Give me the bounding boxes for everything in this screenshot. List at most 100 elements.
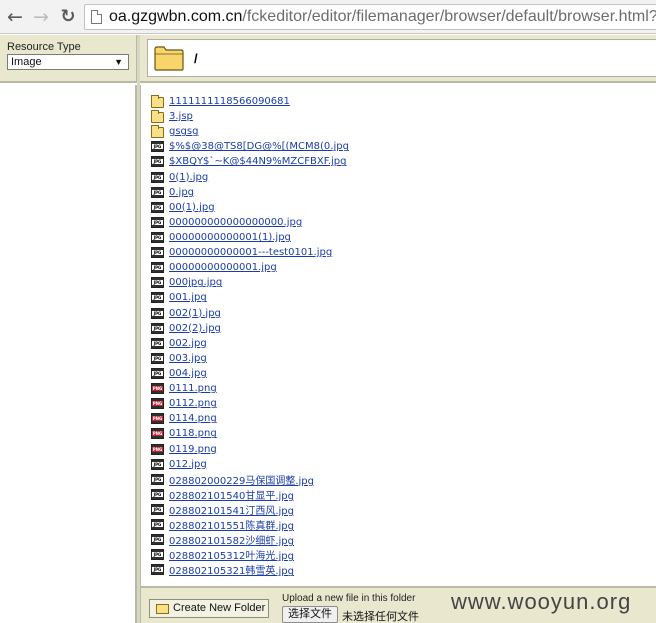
file-row[interactable]: PNG 0114.png — [151, 411, 349, 426]
file-row[interactable]: 1111111118566090681 — [151, 94, 349, 109]
url-path: /fckeditor/editor/filemanager/browser/de… — [242, 8, 656, 25]
jpg-file-icon: JPG — [151, 171, 164, 183]
file-row[interactable]: JPG 028802000229马保国调整.jpg — [151, 472, 349, 487]
file-row[interactable]: JPG 004.jpg — [151, 366, 349, 381]
file-row[interactable]: JPG 028802101582沙细虾.jpg — [151, 532, 349, 547]
file-link[interactable]: 028802105321韩雪英.jpg — [169, 562, 294, 577]
file-link[interactable]: 012.jpg — [169, 459, 207, 470]
file-type-badge: JPG — [152, 476, 163, 482]
file-link[interactable]: 0112.png — [169, 398, 217, 409]
file-link[interactable]: 002(1).jpg — [169, 308, 221, 319]
png-file-icon: PNG — [151, 413, 164, 425]
file-link[interactable]: 028802000229马保国调整.jpg — [169, 472, 314, 487]
file-row[interactable]: JPG 001.jpg — [151, 290, 349, 305]
file-link[interactable]: 00000000000001(1).jpg — [169, 232, 291, 243]
file-link[interactable]: 002.jpg — [169, 338, 207, 349]
file-link[interactable]: $%$@38@TS8[DG@%[(MCM8(0.jpg — [169, 141, 349, 152]
file-link[interactable]: 001.jpg — [169, 292, 207, 303]
file-link[interactable]: 1111111118566090681 — [169, 96, 290, 107]
jpg-file-icon: JPG — [151, 504, 164, 515]
file-row[interactable]: JPG 00000000000001(1).jpg — [151, 230, 349, 245]
file-row[interactable]: JPG 000jpg.jpg — [151, 275, 349, 290]
create-folder-label: Create New Folder — [173, 602, 266, 614]
jpg-file-icon: JPG — [151, 473, 164, 485]
reload-icon[interactable]: ↻ — [57, 5, 79, 29]
jpg-file-icon: JPG — [151, 141, 164, 153]
file-row[interactable]: JPG 002(2).jpg — [151, 321, 349, 336]
jpg-file-icon: JPG — [151, 549, 164, 561]
file-row[interactable]: JPG 028802101551陈真群.jpg — [151, 517, 349, 532]
file-row[interactable]: 3.jsp — [151, 109, 349, 124]
jpg-file-icon: JPG — [151, 232, 164, 244]
file-row[interactable]: JPG 028802105312叶海光.jpg — [151, 547, 349, 562]
file-link[interactable]: 028802101541汀西风.jpg — [169, 502, 294, 517]
file-row[interactable]: PNG 0118.png — [151, 426, 349, 441]
file-link[interactable]: $XBQY$`~K@$44N9%MZCFBXF.jpg — [169, 156, 347, 167]
jpg-file-icon: JPG — [151, 458, 164, 470]
url-text: oa.gzgwbn.com.cn/fckeditor/editor/filema… — [109, 8, 656, 26]
file-row[interactable]: JPG 028802101541汀西风.jpg — [151, 502, 349, 517]
file-row[interactable]: JPG 002.jpg — [151, 336, 349, 351]
file-row[interactable]: JPG 028802105321韩雪英.jpg — [151, 562, 349, 577]
file-link[interactable]: 0111.png — [169, 383, 217, 394]
file-link[interactable]: 028802101551陈真群.jpg — [169, 517, 294, 532]
file-row[interactable]: PNG 0119.png — [151, 442, 349, 457]
jpg-file-icon: JPG — [151, 186, 164, 198]
file-link[interactable]: 004.jpg — [169, 368, 207, 379]
jpg-file-icon: JPG — [151, 156, 164, 168]
file-type-badge: JPG — [152, 552, 163, 558]
bottom-toolbar: Create New Folder Upload a new file in t… — [140, 586, 656, 623]
file-row[interactable]: JPG 028802101540甘显平.jpg — [151, 487, 349, 502]
choose-file-button[interactable]: 选择文件 — [282, 606, 338, 623]
file-link[interactable]: gsgsg — [169, 126, 198, 137]
file-link[interactable]: 00(1).jpg — [169, 202, 215, 213]
jpg-file-icon: JPG — [151, 519, 164, 531]
file-link[interactable]: 028802105312叶海光.jpg — [169, 547, 294, 562]
file-row[interactable]: JPG 0.jpg — [151, 185, 349, 200]
jpg-file-icon: JPG — [151, 368, 164, 380]
file-type-badge: PNG — [152, 401, 163, 407]
file-link[interactable]: 0.jpg — [169, 187, 194, 198]
file-link[interactable]: 0119.png — [169, 444, 217, 455]
forward-arrow-icon[interactable]: → — [30, 5, 52, 29]
file-link[interactable]: 00000000000001.jpg — [169, 262, 277, 273]
file-row[interactable]: JPG $XBQY$`~K@$44N9%MZCFBXF.jpg — [151, 154, 349, 169]
file-row[interactable]: PNG 0112.png — [151, 396, 349, 411]
file-link[interactable]: 0114.png — [169, 413, 217, 424]
back-arrow-icon[interactable]: ← — [4, 5, 26, 29]
jpg-file-icon: JPG — [151, 262, 164, 274]
file-link[interactable]: 00000000000001---test0101.jpg — [169, 247, 332, 258]
jpg-file-icon: JPG — [151, 564, 164, 576]
file-row[interactable]: JPG 00000000000001---test0101.jpg — [151, 245, 349, 260]
jpg-file-icon: JPG — [151, 488, 164, 500]
file-link[interactable]: 028802101582沙细虾.jpg — [169, 532, 294, 547]
resource-type-select[interactable]: Image ▼ — [7, 54, 129, 70]
file-type-badge: PNG — [152, 386, 163, 392]
file-row[interactable]: JPG $%$@38@TS8[DG@%[(MCM8(0.jpg — [151, 139, 349, 154]
file-row[interactable]: PNG 0111.png — [151, 381, 349, 396]
file-row[interactable]: JPG 0(1).jpg — [151, 170, 349, 185]
file-link[interactable]: 028802101540甘显平.jpg — [169, 487, 294, 502]
file-type-badge: JPG — [152, 189, 163, 195]
create-folder-button[interactable]: Create New Folder — [149, 599, 269, 618]
file-link[interactable]: 0118.png — [169, 428, 217, 439]
file-row[interactable]: JPG 003.jpg — [151, 351, 349, 366]
file-type-badge: JPG — [152, 219, 163, 225]
file-list-panel: 1111111118566090681 3.jsp gsgsg JPG $%$@38@T… — [140, 85, 656, 586]
file-type-badge: JPG — [152, 204, 163, 210]
file-link[interactable]: 0(1).jpg — [169, 172, 208, 183]
file-row[interactable]: JPG 00000000000001.jpg — [151, 260, 349, 275]
file-row[interactable]: gsgsg — [151, 124, 349, 139]
file-link[interactable]: 002(2).jpg — [169, 323, 221, 334]
file-link[interactable]: 000000000000000000.jpg — [169, 217, 302, 228]
folder-tree-panel — [0, 85, 137, 623]
file-row[interactable]: JPG 012.jpg — [151, 457, 349, 472]
file-link[interactable]: 003.jpg — [169, 353, 207, 364]
current-path: / — [194, 51, 198, 66]
file-row[interactable]: JPG 002(1).jpg — [151, 306, 349, 321]
file-row[interactable]: JPG 000000000000000000.jpg — [151, 215, 349, 230]
file-link[interactable]: 3.jsp — [169, 111, 193, 122]
address-bar[interactable]: oa.gzgwbn.com.cn/fckeditor/editor/filema… — [84, 4, 656, 30]
file-row[interactable]: JPG 00(1).jpg — [151, 200, 349, 215]
file-link[interactable]: 000jpg.jpg — [169, 277, 222, 288]
